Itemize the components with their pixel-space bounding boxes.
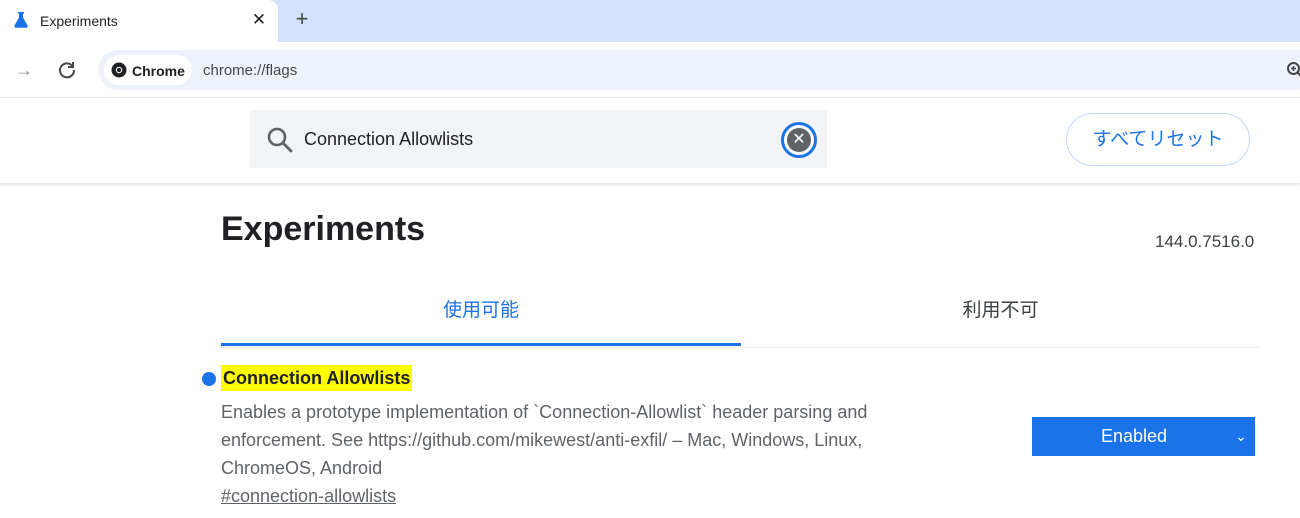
close-tab-icon[interactable]: ✕: [249, 10, 269, 30]
experiment-name: Connection Allowlists: [221, 365, 413, 391]
clear-search-button[interactable]: ✕: [781, 122, 817, 158]
flags-search-header: ✕ すべてリセット: [0, 99, 1300, 183]
experiment-state-select[interactable]: Enabled ⌄: [1032, 417, 1255, 456]
forward-icon[interactable]: →: [13, 59, 35, 81]
url-text[interactable]: chrome://flags: [203, 62, 297, 79]
modified-indicator-dot: [202, 372, 216, 386]
page-title: Experiments: [221, 210, 426, 248]
experiment-item: Connection Allowlists Enables a prototyp…: [200, 362, 1270, 518]
chevron-down-icon: ⌄: [1235, 428, 1247, 444]
search-icon: [267, 127, 293, 153]
select-value: Enabled: [1100, 426, 1168, 446]
tab-title: Experiments: [40, 13, 118, 29]
version-label: 144.0.7516.0: [1155, 232, 1255, 251]
zoom-icon[interactable]: [1286, 61, 1300, 79]
experiment-permalink[interactable]: #connection-allowlists: [221, 486, 396, 507]
selected-tab-indicator: [221, 343, 741, 346]
flask-icon: [14, 12, 28, 28]
tab-strip: Experiments ✕ +: [0, 0, 1300, 42]
close-icon: ✕: [787, 128, 811, 152]
reset-all-button[interactable]: すべてリセット: [1066, 113, 1250, 166]
tab-available[interactable]: 使用可能: [221, 288, 741, 346]
search-input[interactable]: [304, 110, 774, 168]
experiment-description: Enables a prototype implementation of `C…: [221, 402, 868, 478]
tab-experiments[interactable]: Experiments ✕: [0, 0, 278, 42]
site-info-chip[interactable]: Chrome: [104, 55, 192, 85]
tab-unavailable[interactable]: 利用不可: [741, 288, 1260, 346]
new-tab-button[interactable]: +: [291, 8, 313, 30]
chip-label: Chrome: [132, 63, 185, 79]
search-box: ✕: [250, 110, 827, 168]
tab-bar: 使用可能 利用不可: [221, 288, 1260, 348]
toolbar: → Chrome chrome://flags: [0, 42, 1300, 98]
address-bar[interactable]: Chrome chrome://flags: [98, 50, 1300, 90]
reload-icon[interactable]: [56, 59, 78, 81]
chrome-logo-icon: [111, 62, 127, 78]
